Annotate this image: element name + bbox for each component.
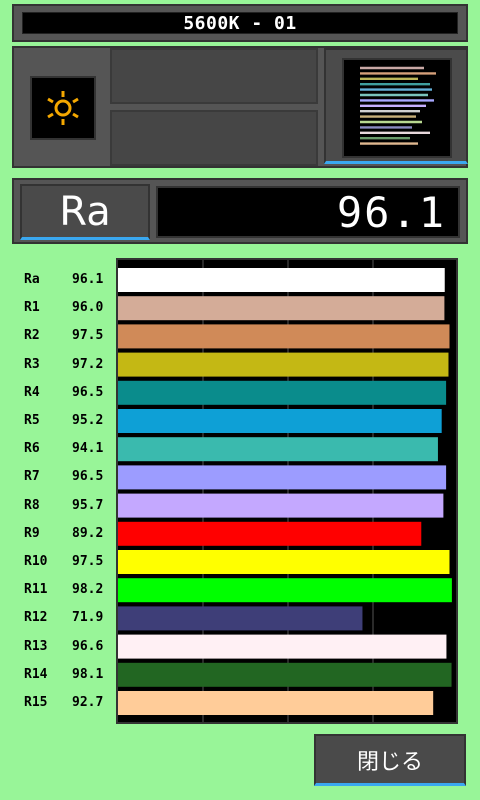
category-label-r13: R13 bbox=[24, 638, 48, 654]
page-title: 5600K - 01 bbox=[22, 12, 458, 34]
value-label-r2: 97.5 bbox=[72, 328, 104, 344]
category-label-r11: R11 bbox=[24, 582, 48, 598]
bar-r5 bbox=[118, 409, 442, 433]
category-label-r9: R9 bbox=[24, 525, 40, 541]
bar-r8 bbox=[118, 493, 444, 518]
cri-bar-chart bbox=[116, 258, 458, 724]
category-label-r10: R10 bbox=[24, 554, 48, 569]
value-label-r1: 96.0 bbox=[72, 300, 104, 316]
category-label-r15: R15 bbox=[24, 695, 48, 710]
bar-ra bbox=[118, 268, 445, 292]
ra-value-display: 96.1 bbox=[156, 186, 460, 238]
bar-r9 bbox=[118, 521, 422, 546]
title-bar: 5600K - 01 bbox=[12, 4, 468, 42]
value-label-r10: 97.5 bbox=[72, 554, 104, 569]
category-label-r1: R1 bbox=[24, 300, 40, 316]
spectrum-thumbnail-icon bbox=[342, 58, 452, 158]
bar-r3 bbox=[118, 352, 449, 377]
top-panel bbox=[12, 46, 468, 168]
bar-r7 bbox=[118, 465, 447, 490]
category-label-r14: R14 bbox=[24, 666, 48, 682]
ra-label-button[interactable]: Ra bbox=[20, 184, 150, 240]
bar-r14 bbox=[118, 662, 452, 687]
bar-r12 bbox=[118, 606, 363, 631]
category-label-r12: R12 bbox=[24, 610, 48, 626]
bar-r2 bbox=[118, 324, 450, 349]
bar-r6 bbox=[118, 437, 438, 462]
value-label-r4: 96.5 bbox=[72, 384, 104, 400]
value-label-ra: 96.1 bbox=[72, 272, 104, 287]
spectrum-view-button[interactable] bbox=[324, 48, 468, 164]
value-label-r13: 96.6 bbox=[72, 638, 104, 654]
bar-r10 bbox=[118, 550, 450, 574]
category-label-r8: R8 bbox=[24, 497, 40, 513]
info-cell-bottom bbox=[110, 110, 318, 166]
category-label-r3: R3 bbox=[24, 356, 40, 372]
info-cell-top bbox=[110, 48, 318, 104]
bar-r4 bbox=[118, 380, 447, 405]
sun-icon bbox=[47, 91, 79, 125]
bar-r11 bbox=[118, 578, 452, 603]
value-label-r8: 95.7 bbox=[72, 497, 104, 513]
bar-r15 bbox=[118, 691, 434, 715]
value-label-r3: 97.2 bbox=[72, 356, 104, 372]
value-label-r5: 95.2 bbox=[72, 413, 104, 428]
bar-r13 bbox=[118, 634, 447, 659]
value-label-r9: 89.2 bbox=[72, 525, 104, 541]
category-label-r6: R6 bbox=[24, 441, 40, 457]
value-label-r11: 98.2 bbox=[72, 582, 104, 598]
value-label-r15: 92.7 bbox=[72, 695, 104, 710]
category-label-ra: Ra bbox=[24, 272, 40, 287]
value-label-r12: 71.9 bbox=[72, 610, 104, 626]
category-label-r2: R2 bbox=[24, 328, 40, 344]
bar-r1 bbox=[118, 296, 445, 321]
category-label-r7: R7 bbox=[24, 469, 40, 485]
ra-panel: Ra 96.1 bbox=[12, 178, 468, 244]
close-button[interactable]: 閉じる bbox=[314, 734, 466, 786]
category-label-r4: R4 bbox=[24, 384, 40, 400]
value-label-r7: 96.5 bbox=[72, 469, 104, 485]
value-label-r6: 94.1 bbox=[72, 441, 104, 457]
value-label-r14: 98.1 bbox=[72, 666, 104, 682]
light-source-button[interactable] bbox=[30, 76, 96, 140]
category-label-r5: R5 bbox=[24, 413, 40, 428]
